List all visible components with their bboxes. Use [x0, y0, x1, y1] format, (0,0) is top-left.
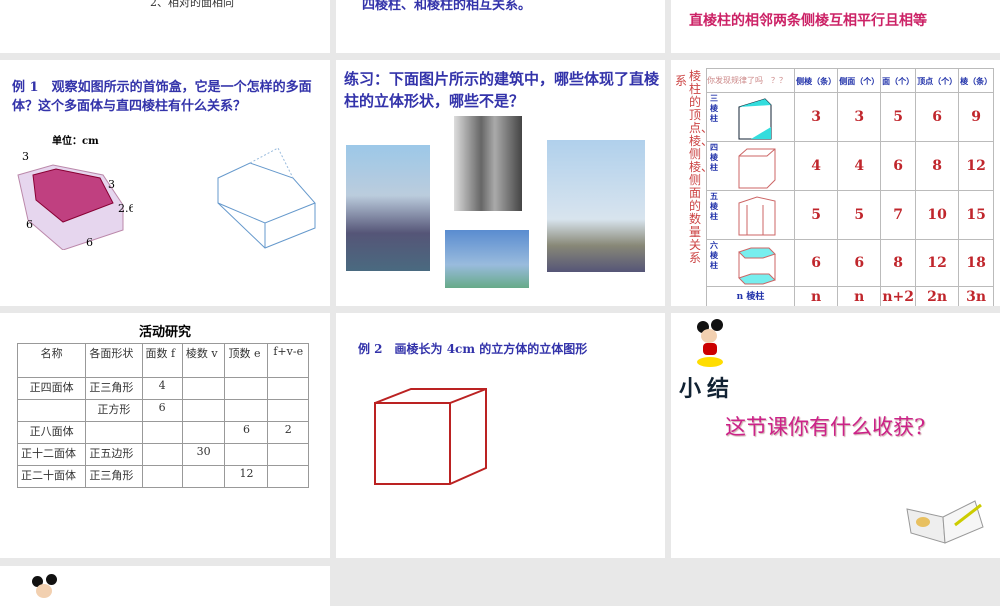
slide-thumbnail-2[interactable]: 四棱柱、和棱柱的相互关系。: [336, 0, 665, 53]
unit-label: 单位：cm: [52, 136, 99, 147]
jewelry-box-figure: 3 3 2.6 6 6: [17, 150, 133, 250]
prism-wireframe-figure: [217, 147, 316, 249]
summary-question: 这节课你有什么收获?: [725, 415, 926, 439]
eiffel-tower-photo: [445, 230, 529, 288]
hexagonal-prism-icon: [738, 247, 776, 285]
slide-text: 直棱柱的相邻两条侧棱互相平行且相等: [689, 13, 927, 29]
mickey-mouse-icon: [691, 317, 731, 372]
side-prefix: 系: [675, 74, 688, 88]
svg-text:3: 3: [108, 178, 115, 191]
svg-text:6: 6: [86, 236, 93, 249]
slide-thumbnail-8[interactable]: 例 2 画棱长为 4cm 的立方体的立体图形: [336, 313, 665, 558]
square-prism-icon: [738, 148, 776, 189]
pentagonal-prism-icon: [738, 196, 776, 236]
slide-title: 活动研究: [138, 325, 191, 340]
slide-thumbnail-4[interactable]: 例 1 观察如图所示的首饰盒，它是一个怎样的多面体？这个多面体与直四棱柱有什么关…: [0, 60, 330, 306]
slide-title: 例 2 画棱长为 4cm 的立方体的立体图形: [358, 342, 588, 356]
tower-photo: [547, 140, 645, 272]
open-book-icon: [906, 500, 984, 544]
prism-table: 你发现规律了吗 ？？ 侧棱（条） 侧面（个） 面（个） 顶点（个） 棱（条） 三棱柱 3 3 5…: [706, 68, 994, 306]
side-title: 棱柱的顶点、棱、侧棱、侧面的数量关系: [689, 69, 714, 265]
twin-towers-photo: [454, 116, 522, 211]
mickey-mouse-icon: [26, 572, 66, 602]
slide-thumbnail-6[interactable]: 系 棱柱的顶点、棱、侧棱、侧面的数量关系 你发现规律了吗 ？？ 侧棱（条） 侧面（个…: [671, 60, 1000, 306]
summary-logo: 小结: [679, 376, 736, 402]
triangular-prism-icon: [738, 98, 772, 140]
slide-title: 练习：下面图片所示的建筑中，哪些体现了直棱柱的立体形状，哪些不是？: [344, 70, 660, 110]
polyhedra-table: 名称 各面形状 面数 f 棱数 v 顶数 e f+v-e 正四面体 正三角形 4 正方形 6 正…: [16, 343, 309, 488]
slide-text: 2、相对的面相同: [150, 0, 234, 9]
svg-text:6: 6: [26, 218, 33, 231]
city-skyline-photo: [346, 145, 430, 271]
slide-thumbnail-9[interactable]: 小结 这节课你有什么收获?: [671, 313, 1000, 558]
svg-text:2.6: 2.6: [118, 202, 133, 215]
slide-thumbnail-5[interactable]: 练习：下面图片所示的建筑中，哪些体现了直棱柱的立体形状，哪些不是？: [336, 60, 665, 306]
slide-thumbnail-10[interactable]: [0, 566, 330, 606]
svg-text:3: 3: [22, 150, 29, 163]
slide-thumbnail-3[interactable]: 直棱柱的相邻两条侧棱互相平行且相等: [671, 0, 1000, 53]
slide-thumbnail-1[interactable]: 2、相对的面相同: [0, 0, 330, 53]
slide-title: 例 1 观察如图所示的首饰盒，它是一个怎样的多面体？这个多面体与直四棱柱有什么关…: [12, 80, 312, 114]
slide-text: 四棱柱、和棱柱的相互关系。: [362, 0, 532, 13]
cube-drawing: [374, 388, 487, 485]
slide-thumbnail-7[interactable]: 活动研究 名称 各面形状 面数 f 棱数 v 顶数 e f+v-e 正四面体 正三角形 4 正…: [0, 313, 330, 558]
